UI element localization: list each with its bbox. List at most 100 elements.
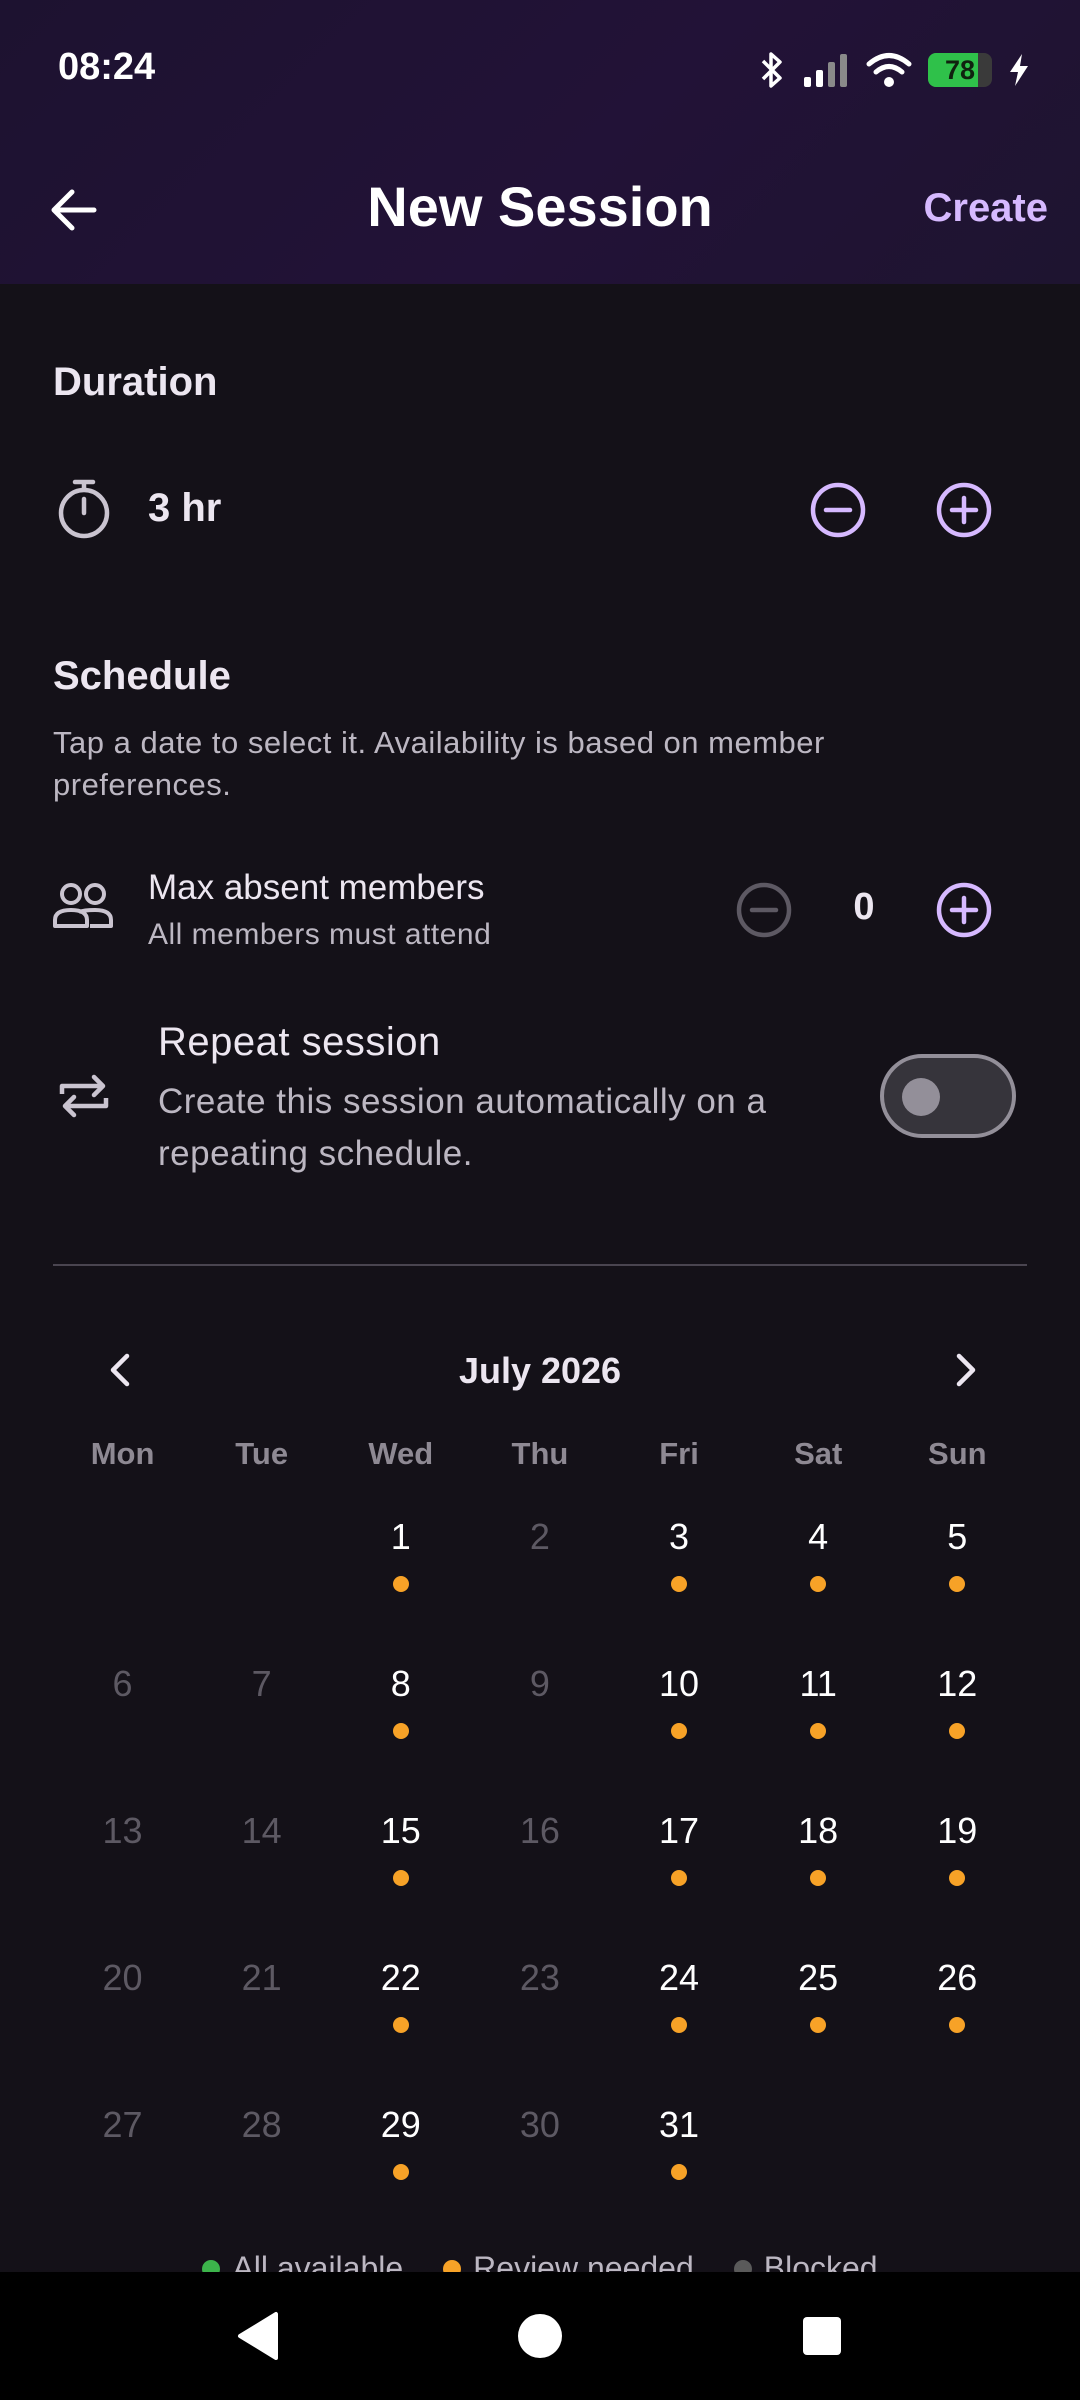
calendar-day-number: 17 (659, 1810, 700, 1851)
weekday-label: Fri (659, 1436, 699, 1471)
schedule-description-line2: preferences. (53, 767, 232, 802)
calendar-day-16: 16 (470, 1806, 609, 1953)
calendar-day-number: 10 (659, 1663, 700, 1704)
calendar-day-number: 1 (390, 1516, 411, 1557)
toggle-knob (902, 1078, 940, 1116)
calendar-day-25[interactable]: 25 (749, 1953, 888, 2100)
calendar-day-26[interactable]: 26 (888, 1953, 1027, 2100)
schedule-section-title: Schedule (53, 654, 231, 698)
calendar-day-4[interactable]: 4 (749, 1512, 888, 1659)
page-title: New Session (367, 175, 713, 238)
nav-recents-icon[interactable] (792, 2306, 852, 2366)
calendar-day-number: 19 (937, 1810, 978, 1851)
calendar-day-number: 15 (380, 1810, 421, 1851)
create-button[interactable]: Create (923, 186, 1048, 231)
calendar-day-22[interactable]: 22 (331, 1953, 470, 2100)
status-icons: 78 (758, 48, 1030, 92)
schedule-description-line1: Tap a date to select it. Availability is… (53, 725, 825, 760)
calendar-day-number: 14 (241, 1810, 282, 1851)
review-needed-dot (810, 1870, 827, 1886)
review-needed-dot (671, 1870, 688, 1886)
calendar-day-grid: 1 2 3 4 5 6 7 8 9 10 11 12 13 14 15 16 17 18 19 20 21 22 23 24 2… (53, 1512, 1027, 2247)
calendar-day-13: 13 (53, 1806, 192, 1953)
calendar-day-6: 6 (53, 1659, 192, 1806)
calendar-day-number: 25 (798, 1957, 839, 1998)
repeat-description-line2: repeating schedule. (158, 1134, 473, 1173)
calendar-day-14: 14 (192, 1806, 331, 1953)
review-needed-dot (949, 1870, 966, 1886)
max-absent-decrease-button[interactable] (732, 878, 796, 942)
calendar-day-number: 6 (112, 1663, 133, 1704)
calendar-day-21: 21 (192, 1953, 331, 2100)
calendar-day-number: 21 (241, 1957, 282, 1998)
calendar-month-label: July 2026 (458, 1350, 622, 1391)
nav-home-icon[interactable] (510, 2306, 570, 2366)
calendar-day-9: 9 (470, 1659, 609, 1806)
calendar-day-24[interactable]: 24 (610, 1953, 749, 2100)
calendar-day-number: 16 (519, 1810, 560, 1851)
calendar-empty-cell (192, 1512, 331, 1659)
calendar-weekday-header: Mon Tue Wed Thu Fri Sat Sun (53, 1436, 1027, 1472)
review-needed-dot (671, 1576, 688, 1592)
calendar-day-number: 12 (937, 1663, 978, 1704)
weekday-label: Thu (511, 1436, 569, 1471)
schedule-description: Tap a date to select it. Availability is… (53, 722, 825, 806)
calendar-day-29[interactable]: 29 (331, 2100, 470, 2247)
calendar-day-number: 8 (390, 1663, 411, 1704)
review-needed-dot (810, 1576, 827, 1592)
review-needed-dot (392, 1870, 409, 1886)
calendar-day-2: 2 (470, 1512, 609, 1659)
wifi-icon (866, 53, 912, 87)
weekday-label: Sat (794, 1436, 843, 1471)
calendar-day-number: 24 (659, 1957, 700, 1998)
repeat-session-description: Create this session automatically on a r… (158, 1076, 766, 1180)
repeat-session-toggle[interactable] (880, 1054, 1016, 1138)
calendar-empty-cell (53, 1512, 192, 1659)
calendar-day-11[interactable]: 11 (749, 1659, 888, 1806)
review-needed-dot (671, 2164, 688, 2180)
duration-increase-button[interactable] (932, 478, 996, 542)
calendar-day-8[interactable]: 8 (331, 1659, 470, 1806)
calendar-day-number: 26 (937, 1957, 978, 1998)
weekday-label: Tue (235, 1436, 289, 1471)
calendar-day-5[interactable]: 5 (888, 1512, 1027, 1659)
calendar-day-number: 13 (102, 1810, 143, 1851)
calendar-day-30: 30 (470, 2100, 609, 2247)
calendar-day-number: 3 (669, 1516, 690, 1557)
duration-value: 3 hr (148, 486, 222, 530)
calendar-day-31[interactable]: 31 (610, 2100, 749, 2247)
section-divider (53, 1264, 1027, 1266)
calendar-day-12[interactable]: 12 (888, 1659, 1027, 1806)
calendar-day-17[interactable]: 17 (610, 1806, 749, 1953)
status-bar: 08:24 78 (0, 0, 1080, 134)
calendar-day-20: 20 (53, 1953, 192, 2100)
top-app-bar: New Session Create (0, 150, 1080, 270)
calendar-day-18[interactable]: 18 (749, 1806, 888, 1953)
review-needed-dot (671, 2017, 688, 2033)
calendar-day-number: 9 (529, 1663, 550, 1704)
status-time: 08:24 (58, 46, 156, 88)
repeat-icon (59, 1074, 109, 1118)
max-absent-value: 0 (853, 886, 875, 928)
duration-section-title: Duration (53, 360, 218, 404)
nav-back-icon[interactable] (230, 2306, 290, 2366)
next-month-button[interactable] (935, 1340, 995, 1400)
calendar-day-number: 23 (519, 1957, 560, 1998)
calendar-day-number: 11 (799, 1663, 837, 1704)
calendar-day-number: 2 (529, 1516, 550, 1557)
review-needed-dot (392, 1723, 409, 1739)
calendar-day-3[interactable]: 3 (610, 1512, 749, 1659)
max-absent-increase-button[interactable] (932, 878, 996, 942)
timer-icon (58, 479, 110, 539)
app-header: 08:24 78 New Session Create (0, 0, 1080, 284)
duration-decrease-button[interactable] (806, 478, 870, 542)
calendar-day-15[interactable]: 15 (331, 1806, 470, 1953)
review-needed-dot (810, 2017, 827, 2033)
calendar-day-10[interactable]: 10 (610, 1659, 749, 1806)
max-absent-label: Max absent members (148, 868, 485, 907)
calendar-day-19[interactable]: 19 (888, 1806, 1027, 1953)
battery-indicator: 78 (928, 53, 992, 87)
review-needed-dot (949, 1723, 966, 1739)
calendar-day-1[interactable]: 1 (331, 1512, 470, 1659)
weekday-label: Wed (368, 1436, 434, 1471)
